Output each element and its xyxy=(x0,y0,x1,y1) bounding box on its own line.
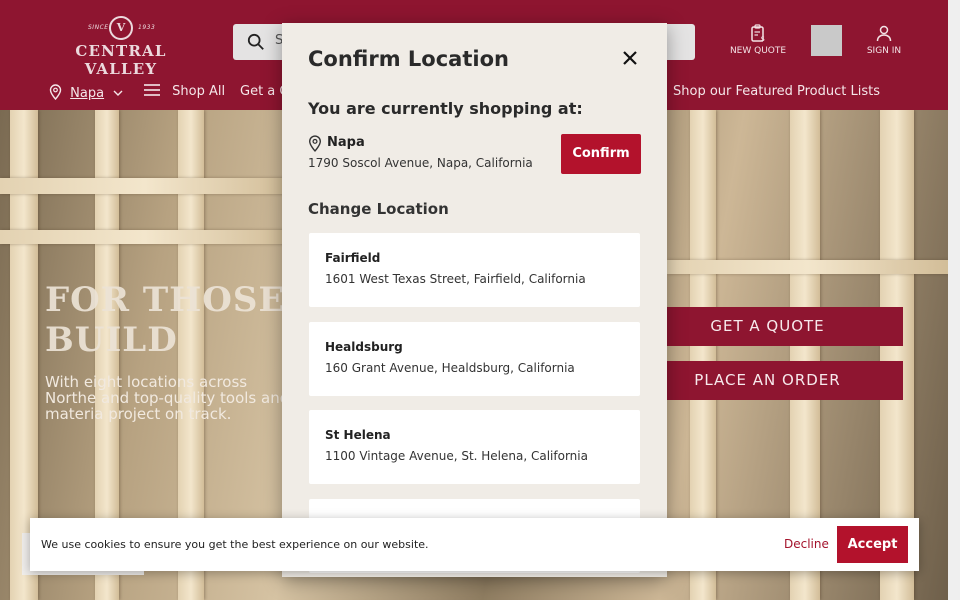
new-quote-button[interactable]: $ NEW QUOTE xyxy=(726,24,790,56)
close-icon[interactable] xyxy=(620,48,640,68)
page-scrollbar[interactable] xyxy=(948,0,960,600)
hamburger-menu-icon xyxy=(144,84,160,96)
change-location-heading: Change Location xyxy=(308,200,449,218)
location-option-fairfield[interactable]: Fairfield 1601 West Texas Street, Fairfi… xyxy=(309,233,640,307)
location-option-name: Fairfield xyxy=(325,251,381,265)
decline-button[interactable]: Decline xyxy=(784,537,829,551)
shop-all-menu[interactable]: Shop All xyxy=(144,84,225,99)
location-option-address: 1100 Vintage Avenue, St. Helena, Califor… xyxy=(325,449,588,463)
place-an-order-button[interactable]: PLACE AN ORDER xyxy=(632,361,903,400)
get-a-quote-button[interactable]: GET A QUOTE xyxy=(632,307,903,346)
location-option-name: Healdsburg xyxy=(325,340,403,354)
new-quote-label: NEW QUOTE xyxy=(729,46,787,56)
framing-beam xyxy=(667,260,948,274)
location-option-name: St Helena xyxy=(325,428,391,442)
location-option-st-helena[interactable]: St Helena 1100 Vintage Avenue, St. Helen… xyxy=(309,410,640,484)
cart-button[interactable] xyxy=(811,25,842,56)
accept-button[interactable]: Accept xyxy=(837,526,908,563)
current-location-name: Napa xyxy=(327,135,365,150)
quote-clipboard-icon: $ xyxy=(751,24,765,42)
central-valley-logo[interactable]: SINCE V 1933 CENTRAL VALLEY xyxy=(48,14,194,78)
search-icon xyxy=(247,33,264,50)
user-icon xyxy=(876,25,892,42)
location-pin-icon xyxy=(308,135,322,152)
framing-beam xyxy=(0,230,290,244)
logo-since: SINCE xyxy=(88,24,109,31)
location-option-healdsburg[interactable]: Healdsburg 160 Grant Avenue, Healdsburg,… xyxy=(309,322,640,396)
logo-year: 1933 xyxy=(138,24,156,31)
hero-description: With eight locations across Northe and t… xyxy=(45,373,290,423)
location-label: Napa xyxy=(70,86,105,101)
current-location-address: 1790 Soscol Avenue, Napa, California xyxy=(308,156,533,170)
location-option-address: 1601 West Texas Street, Fairfield, Calif… xyxy=(325,272,586,286)
logo-wordmark: CENTRAL VALLEY xyxy=(75,42,167,78)
cookie-consent-bar: We use cookies to ensure you get the bes… xyxy=(30,518,919,571)
nav-featured-lists-link[interactable]: Shop our Featured Product Lists xyxy=(673,84,880,99)
chevron-down-icon xyxy=(113,90,123,96)
modal-title: Confirm Location xyxy=(308,47,509,71)
sign-in-button[interactable]: SIGN IN xyxy=(852,24,916,56)
location-option-address: 160 Grant Avenue, Healdsburg, California xyxy=(325,361,575,375)
svg-text:$: $ xyxy=(761,35,765,42)
current-location-heading: You are currently shopping at: xyxy=(308,99,583,118)
logo-emblem: V xyxy=(109,16,133,40)
sign-in-label: SIGN IN xyxy=(866,46,902,56)
confirm-location-modal: Confirm Location You are currently shopp… xyxy=(282,23,667,577)
cookie-message: We use cookies to ensure you get the bes… xyxy=(41,538,429,551)
confirm-button[interactable]: Confirm xyxy=(561,134,641,174)
shop-all-label: Shop All xyxy=(172,84,226,99)
framing-beam xyxy=(0,178,290,194)
location-pin-icon xyxy=(49,84,62,100)
location-selector[interactable]: Napa xyxy=(49,84,123,101)
